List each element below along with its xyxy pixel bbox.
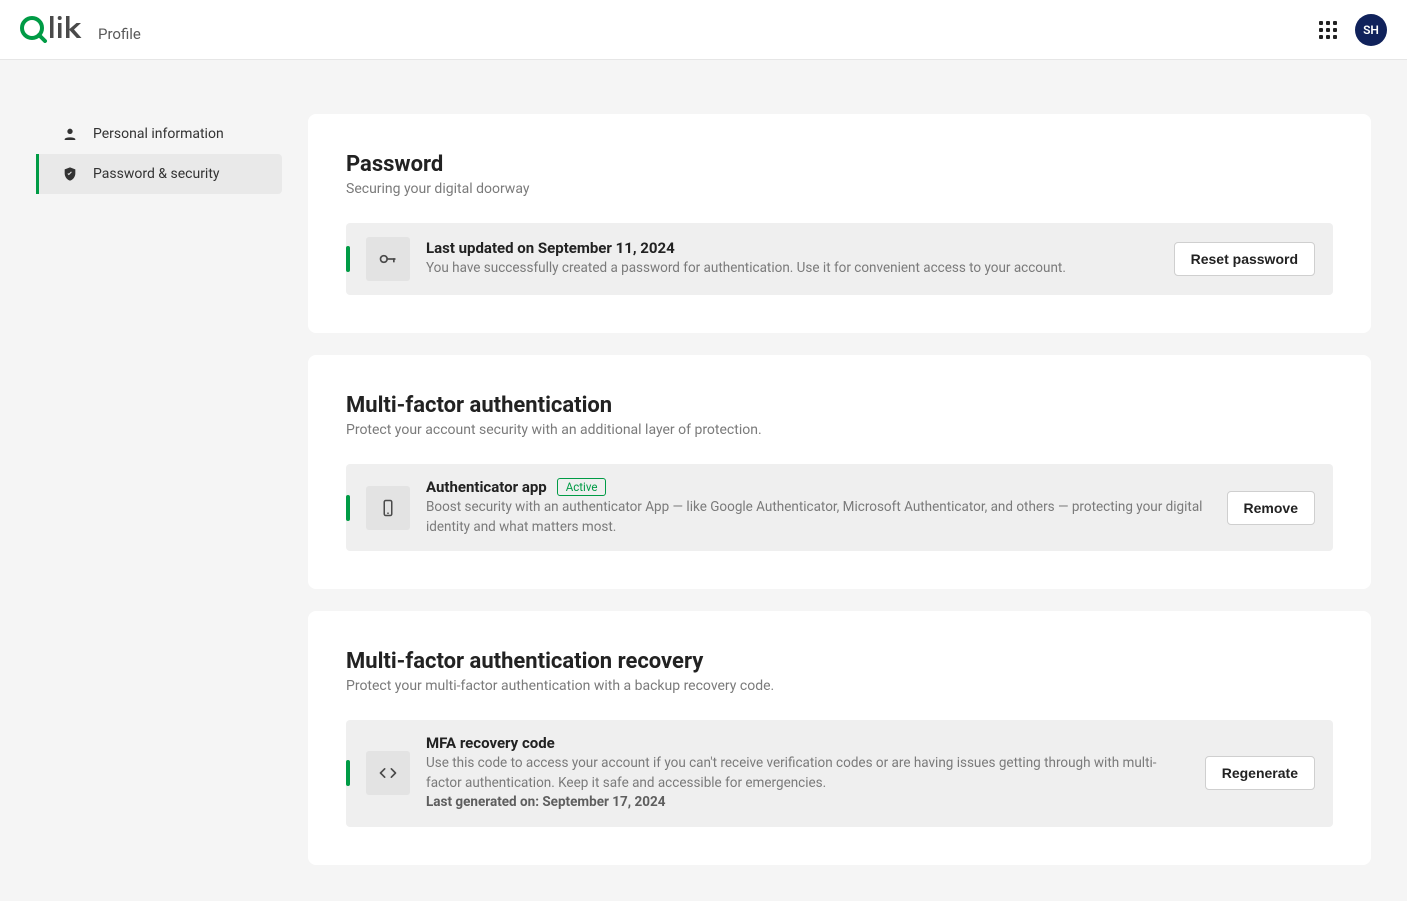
password-row-title: Last updated on September 11, 2024	[426, 239, 1156, 257]
authenticator-row-desc: Boost security with an authenticator App…	[426, 498, 1209, 537]
top-bar: Profile SH	[0, 0, 1407, 60]
sidebar-item-label: Password & security	[93, 166, 220, 182]
authenticator-info-row: Authenticator app Active Boost security …	[346, 464, 1333, 551]
person-icon	[61, 126, 79, 142]
recovery-row-title: MFA recovery code	[426, 734, 1187, 752]
card-title: Password	[346, 152, 1333, 177]
reset-password-button[interactable]: Reset password	[1174, 242, 1315, 276]
recovery-generated: Last generated on: September 17, 2024	[426, 794, 665, 810]
recovery-row-desc: Use this code to access your account if …	[426, 755, 1157, 791]
authenticator-row-title: Authenticator app	[426, 478, 547, 496]
card-subtitle: Protect your account security with an ad…	[346, 422, 1333, 438]
sidebar-item-personal-information[interactable]: Personal information	[36, 114, 282, 154]
recovery-info-row: MFA recovery code Use this code to acces…	[346, 720, 1333, 827]
brand: Profile	[20, 13, 141, 47]
avatar[interactable]: SH	[1355, 14, 1387, 46]
sidebar: Personal information Password & security	[36, 114, 282, 194]
code-icon	[366, 751, 410, 795]
remove-authenticator-button[interactable]: Remove	[1227, 491, 1315, 525]
card-subtitle: Protect your multi-factor authentication…	[346, 678, 1333, 694]
key-icon	[366, 237, 410, 281]
sidebar-item-label: Personal information	[93, 126, 224, 142]
regenerate-button[interactable]: Regenerate	[1205, 756, 1315, 790]
app-launcher-icon[interactable]	[1319, 21, 1337, 39]
password-card: Password Securing your digital doorway L…	[308, 114, 1371, 333]
status-badge: Active	[557, 478, 607, 496]
phone-icon	[366, 486, 410, 530]
header-section-label: Profile	[98, 25, 141, 43]
shield-icon	[61, 166, 79, 182]
qlik-logo	[20, 13, 86, 43]
card-title: Multi-factor authentication recovery	[346, 649, 1333, 674]
password-row-desc: You have successfully created a password…	[426, 259, 1156, 279]
card-title: Multi-factor authentication	[346, 393, 1333, 418]
sidebar-item-password-security[interactable]: Password & security	[36, 154, 282, 194]
card-subtitle: Securing your digital doorway	[346, 181, 1333, 197]
mfa-card: Multi-factor authentication Protect your…	[308, 355, 1371, 589]
mfa-recovery-card: Multi-factor authentication recovery Pro…	[308, 611, 1371, 865]
password-info-row: Last updated on September 11, 2024 You h…	[346, 223, 1333, 295]
